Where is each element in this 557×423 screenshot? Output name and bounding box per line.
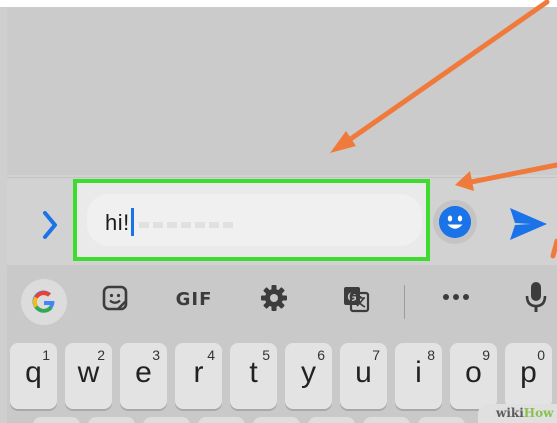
- key-row2-partial[interactable]: [143, 417, 190, 423]
- top-edge: [0, 0, 557, 7]
- more-horizontal-icon[interactable]: [441, 290, 471, 304]
- translate-icon[interactable]: G: [341, 284, 371, 314]
- key-row2-partial[interactable]: [308, 417, 355, 423]
- key-row2-partial[interactable]: [88, 417, 135, 423]
- key-letter: t: [249, 356, 258, 389]
- key-letter: e: [135, 356, 152, 389]
- watermark-logo: wikiHow: [478, 404, 557, 423]
- key-q[interactable]: 1q: [10, 343, 57, 409]
- text-caret: [130, 208, 134, 236]
- key-o[interactable]: 9o: [450, 343, 497, 409]
- google-g-icon: [32, 290, 55, 313]
- key-row2-partial[interactable]: [198, 417, 245, 423]
- gear-icon[interactable]: [259, 283, 289, 313]
- chevron-right-icon[interactable]: [39, 207, 61, 243]
- key-letter: r: [193, 356, 204, 389]
- key-r[interactable]: 4r: [175, 343, 222, 409]
- gif-button[interactable]: GIF: [172, 286, 216, 312]
- phone-screen: hi! GIF G 1 q 2 w 3 e 4 r 5 t 6 y 7 u 8 …: [7, 7, 557, 423]
- placeholder-remnant: [139, 222, 235, 228]
- emoji-button[interactable]: [433, 200, 477, 244]
- key-letter: u: [355, 356, 372, 389]
- key-y[interactable]: 6y: [285, 343, 332, 409]
- message-input-value: hi!: [105, 208, 134, 236]
- key-letter: q: [25, 356, 42, 389]
- key-p[interactable]: 0p: [505, 343, 552, 409]
- key-u[interactable]: 7u: [340, 343, 387, 409]
- key-letter: i: [415, 356, 422, 389]
- key-row2-partial[interactable]: [418, 417, 465, 423]
- key-row2-partial[interactable]: [33, 417, 80, 423]
- key-letter: o: [465, 356, 482, 389]
- key-w[interactable]: 2w: [65, 343, 112, 409]
- sticker-icon[interactable]: [101, 284, 129, 312]
- message-input[interactable]: hi!: [87, 194, 422, 246]
- microphone-icon[interactable]: [524, 279, 548, 315]
- key-t[interactable]: 5t: [230, 343, 277, 409]
- google-button[interactable]: [21, 279, 67, 325]
- key-letter: p: [520, 356, 537, 389]
- key-i[interactable]: 8i: [395, 343, 442, 409]
- key-letter: w: [77, 356, 100, 389]
- compose-divider: [7, 177, 557, 178]
- message-input-highlight: hi!: [73, 179, 430, 261]
- key-e[interactable]: 3e: [120, 343, 167, 409]
- send-icon[interactable]: [507, 204, 549, 244]
- emoji-icon: [439, 206, 471, 238]
- toolbar-divider: [404, 285, 405, 319]
- key-row2-partial[interactable]: [253, 417, 300, 423]
- key-row2-partial[interactable]: [363, 417, 410, 423]
- key-letter: y: [301, 356, 316, 389]
